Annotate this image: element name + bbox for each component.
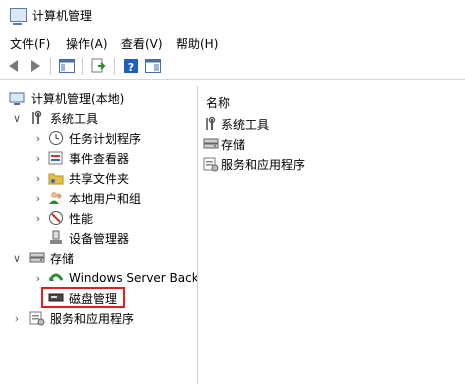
tools-icon <box>32 110 42 124</box>
services-icon <box>203 157 219 172</box>
clock-icon <box>49 131 63 145</box>
expand-chevron-icon[interactable]: › <box>33 132 43 145</box>
help-button[interactable]: ? <box>122 57 140 75</box>
list-item-services-apps[interactable]: 服务和应用程序 <box>203 154 453 174</box>
tree-item-services-apps[interactable]: › 服务和应用程序 <box>0 308 197 328</box>
expand-chevron-icon[interactable]: › <box>33 212 43 225</box>
expand-chevron-icon[interactable]: › <box>12 312 22 325</box>
tree-item-local-users-groups[interactable]: › 本地用户和组 <box>0 188 197 208</box>
tools-icon <box>206 116 216 130</box>
tree-label-task-scheduler: 任务计划程序 <box>69 131 142 146</box>
tree-item-storage[interactable]: ∨ 存储 <box>0 248 197 268</box>
action-pane-icon <box>145 59 161 73</box>
tree-item-root[interactable]: 计算机管理(本地) <box>0 88 197 108</box>
collapse-chevron-icon[interactable]: ∨ <box>12 112 22 125</box>
forward-arrow-icon <box>30 60 40 72</box>
list-item-system-tools[interactable]: 系统工具 <box>203 114 453 134</box>
list-item-storage[interactable]: 存储 <box>203 134 453 154</box>
expand-chevron-icon[interactable]: › <box>33 172 43 185</box>
list-label: 服务和应用程序 <box>221 157 306 172</box>
tree-item-event-viewer[interactable]: › 事件查看器 <box>0 148 197 168</box>
tree-label-storage: 存储 <box>50 251 75 266</box>
tree-label-services-apps: 服务和应用程序 <box>50 311 135 326</box>
tree-item-task-scheduler[interactable]: › 任务计划程序 <box>0 128 197 148</box>
window-title: 计算机管理 <box>32 9 93 23</box>
backup-icon <box>48 273 64 281</box>
tree-item-system-tools[interactable]: ∨ 系统工具 <box>0 108 197 128</box>
tree-label-local-users-groups: 本地用户和组 <box>69 191 142 206</box>
toolbar: ? <box>0 55 465 80</box>
list-label: 存储 <box>221 137 246 152</box>
tree-item-performance[interactable]: › 性能 <box>0 208 197 228</box>
expand-chevron-icon[interactable]: › <box>33 192 43 205</box>
tree-label-root: 计算机管理(本地) <box>31 91 125 106</box>
performance-icon <box>49 211 63 225</box>
collapse-chevron-icon[interactable]: ∨ <box>12 252 22 265</box>
computer-icon <box>9 92 25 105</box>
console-tree-icon <box>59 59 75 73</box>
tree-label-performance: 性能 <box>69 211 94 226</box>
computer-management-icon <box>10 8 27 25</box>
toolbar-separator <box>82 58 83 75</box>
menu-action[interactable]: 操作(A) <box>66 35 108 52</box>
tree-label-device-manager: 设备管理器 <box>69 231 130 246</box>
tree-label-windows-server-backup: Windows Server Back <box>69 271 197 285</box>
help-icon: ? <box>124 59 138 74</box>
menu-bar: 文件(F) 操作(A) 查看(V) 帮助(H) <box>0 31 465 53</box>
storage-icon <box>29 252 45 263</box>
tree-label-system-tools: 系统工具 <box>50 111 99 126</box>
services-icon <box>29 311 45 326</box>
shared-folder-icon <box>48 173 64 185</box>
highlight-box <box>41 287 125 308</box>
menu-file[interactable]: 文件(F) <box>10 35 50 52</box>
list-label: 系统工具 <box>221 117 270 132</box>
back-button[interactable] <box>4 57 22 75</box>
title-bar: 计算机管理 <box>0 0 465 30</box>
forward-button[interactable] <box>26 57 44 75</box>
toolbar-separator <box>114 58 115 75</box>
tree-item-device-manager[interactable]: 设备管理器 <box>0 228 197 248</box>
tree-item-shared-folders[interactable]: › 共享文件夹 <box>0 168 197 188</box>
menu-view[interactable]: 查看(V) <box>121 35 163 52</box>
menu-help[interactable]: 帮助(H) <box>176 35 218 52</box>
tree-label-shared-folders: 共享文件夹 <box>69 171 130 186</box>
export-list-icon <box>91 58 106 73</box>
tree-item-windows-server-backup[interactable]: › Windows Server Back <box>0 268 197 288</box>
tree-label-event-viewer: 事件查看器 <box>69 151 130 166</box>
action-pane-button[interactable] <box>144 57 162 75</box>
event-viewer-icon <box>48 151 63 165</box>
toolbar-separator <box>50 58 51 75</box>
device-manager-icon <box>50 230 62 244</box>
column-header-name[interactable]: 名称 <box>206 94 230 111</box>
storage-icon <box>203 138 219 149</box>
svg-text:?: ? <box>128 61 134 74</box>
export-list-button[interactable] <box>90 57 108 75</box>
back-arrow-icon <box>8 60 18 72</box>
expand-chevron-icon[interactable]: › <box>33 152 43 165</box>
expand-chevron-icon[interactable]: › <box>33 272 43 285</box>
users-icon <box>49 192 62 204</box>
show-hide-tree-button[interactable] <box>58 57 76 75</box>
